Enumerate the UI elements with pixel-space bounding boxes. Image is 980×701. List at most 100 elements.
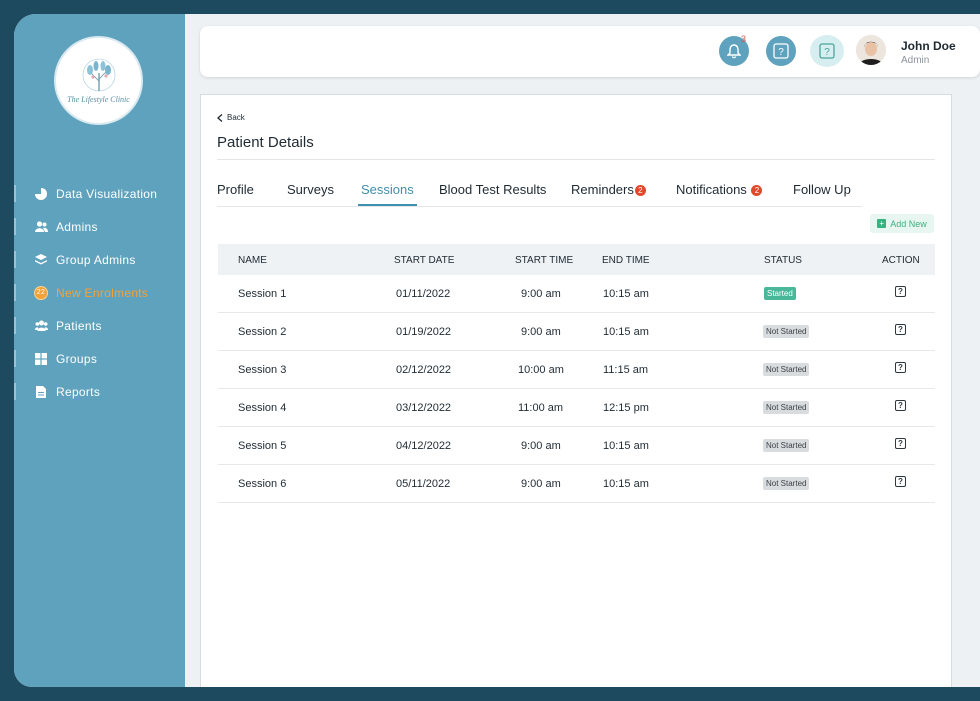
status-badge: Not Started — [763, 439, 810, 452]
action-help-icon[interactable]: ? — [895, 324, 906, 335]
cell-start-date: 05/11/2022 — [396, 478, 451, 490]
back-link[interactable]: Back — [217, 113, 245, 122]
table-row[interactable]: Session 6 05/11/2022 9:00 am 10:15 am No… — [218, 465, 935, 503]
svg-text:?: ? — [824, 47, 830, 58]
action-help-icon[interactable]: ? — [895, 438, 906, 449]
help-square-icon: ? — [773, 43, 789, 59]
cell-start-date: 02/12/2022 — [396, 364, 452, 376]
tab-follow-up[interactable]: Follow Up — [793, 182, 851, 206]
tab-label: Profile — [217, 182, 254, 197]
logo-text: The Lifestyle Clinic — [67, 95, 130, 104]
cell-name: Session 5 — [238, 440, 287, 452]
sidebar-item-patients[interactable]: Patients — [14, 309, 185, 342]
column-header-start-date: START DATE — [394, 255, 455, 266]
plus-icon: + — [877, 219, 887, 228]
table-row[interactable]: Session 5 04/12/2022 9:00 am 10:15 am No… — [218, 427, 935, 465]
svg-text:?: ? — [778, 47, 784, 58]
sidebar-item-label: Groups — [56, 351, 98, 366]
action-help-icon[interactable]: ? — [895, 362, 906, 373]
cell-end-time: 10:15 am — [603, 288, 649, 300]
avatar[interactable] — [856, 35, 886, 65]
cell-end-time: 10:15 am — [603, 478, 649, 490]
sidebar-item-group-admins[interactable]: Group Admins — [14, 243, 185, 276]
sidebar-item-label: Group Admins — [56, 252, 136, 267]
user-name: John Doe — [901, 39, 956, 53]
tab-label: Surveys — [287, 182, 334, 197]
column-header-status: STATUS — [764, 255, 802, 266]
page-title: Patient Details — [217, 134, 314, 151]
tab-sessions[interactable]: Sessions — [358, 182, 417, 206]
tab-blood-test-results[interactable]: Blood Test Results — [439, 182, 546, 206]
table-row[interactable]: Session 3 02/12/2022 10:00 am 11:15 am N… — [218, 351, 935, 389]
sidebar-nav: Data Visualization Admins Group Admins 2… — [14, 177, 185, 408]
bell-icon — [727, 43, 741, 58]
notification-count-badge: 3 — [741, 34, 747, 44]
sidebar-item-new-enrolments[interactable]: 22 New Enrolments — [14, 276, 185, 309]
cell-end-time: 10:15 am — [603, 440, 649, 452]
cell-name: Session 4 — [238, 402, 287, 414]
top-bar: 3 ? ? John Doe Admin — [200, 26, 980, 77]
divider — [217, 159, 935, 160]
enrolment-badge: 22 — [34, 285, 48, 300]
cell-start-time: 11:00 am — [518, 402, 564, 414]
tab-label: Notifications — [676, 182, 747, 197]
cell-end-time: 10:15 am — [603, 326, 649, 338]
cell-start-date: 01/19/2022 — [396, 326, 452, 338]
column-header-name: NAME — [238, 255, 267, 266]
cell-name: Session 3 — [238, 364, 287, 376]
table-header: NAME START DATE START TIME END TIME STAT… — [218, 244, 935, 275]
notifications-badge: 2 — [751, 185, 763, 197]
tab-profile[interactable]: Profile — [217, 182, 254, 206]
cell-name: Session 2 — [238, 326, 287, 338]
status-badge: Started — [764, 287, 796, 300]
status-badge: Not Started — [763, 477, 810, 490]
add-new-label: Add New — [890, 218, 927, 229]
sidebar-item-groups[interactable]: Groups — [14, 342, 185, 375]
add-new-button[interactable]: + Add New — [870, 214, 934, 233]
sidebar-item-reports[interactable]: Reports — [14, 375, 185, 408]
tab-notifications[interactable]: Notifications 2 — [676, 182, 763, 206]
users-icon — [34, 220, 48, 234]
cell-start-time: 9:00 am — [521, 440, 561, 452]
column-header-end-time: END TIME — [602, 255, 650, 266]
tab-label: Reminders — [571, 182, 634, 197]
status-badge: Not Started — [763, 325, 810, 338]
action-help-icon[interactable]: ? — [895, 476, 906, 487]
column-header-start-time: START TIME — [515, 255, 574, 266]
patient-details-panel: Back Patient Details Profile Surveys Ses… — [200, 94, 952, 687]
sidebar-item-admins[interactable]: Admins — [14, 210, 185, 243]
table-row[interactable]: Session 4 03/12/2022 11:00 am 12:15 pm N… — [218, 389, 935, 427]
sidebar-item-label: Data Visualization — [56, 186, 158, 201]
status-badge: Not Started — [763, 401, 810, 414]
table-row[interactable]: Session 1 01/11/2022 9:00 am 10:15 am St… — [218, 275, 935, 313]
tab-surveys[interactable]: Surveys — [287, 182, 334, 206]
table-row[interactable]: Session 2 01/19/2022 9:00 am 10:15 am No… — [218, 313, 935, 351]
cell-start-time: 9:00 am — [521, 288, 561, 300]
back-label: Back — [227, 113, 245, 122]
user-photo-icon — [856, 35, 886, 65]
chevron-left-icon — [217, 113, 223, 122]
app-frame: The Lifestyle Clinic Data Visualization … — [14, 14, 980, 687]
tab-reminders[interactable]: Reminders 2 — [571, 182, 646, 206]
sidebar-item-label: New Enrolments — [56, 285, 149, 300]
grid-icon — [34, 352, 48, 366]
tab-label: Follow Up — [793, 182, 851, 197]
action-help-icon[interactable]: ? — [895, 286, 906, 297]
tab-label: Sessions — [361, 182, 414, 197]
enrolment-count: 22 — [34, 285, 48, 300]
cell-end-time: 12:15 pm — [603, 402, 649, 414]
help-button[interactable]: ? — [766, 36, 796, 66]
sessions-table: NAME START DATE START TIME END TIME STAT… — [218, 244, 935, 503]
sidebar-item-label: Admins — [56, 219, 98, 234]
reminders-badge: 2 — [634, 185, 646, 197]
support-button[interactable]: ? — [810, 35, 844, 67]
action-help-icon[interactable]: ? — [895, 400, 906, 411]
sidebar: The Lifestyle Clinic Data Visualization … — [14, 14, 185, 687]
group-icon — [34, 319, 48, 333]
document-icon — [34, 385, 48, 399]
sidebar-item-data-visualization[interactable]: Data Visualization — [14, 177, 185, 210]
clinic-logo[interactable]: The Lifestyle Clinic — [54, 36, 143, 125]
layers-icon — [34, 253, 48, 267]
tab-bar: Profile Surveys Sessions Blood Test Resu… — [217, 182, 862, 207]
cell-start-date: 04/12/2022 — [396, 440, 452, 452]
